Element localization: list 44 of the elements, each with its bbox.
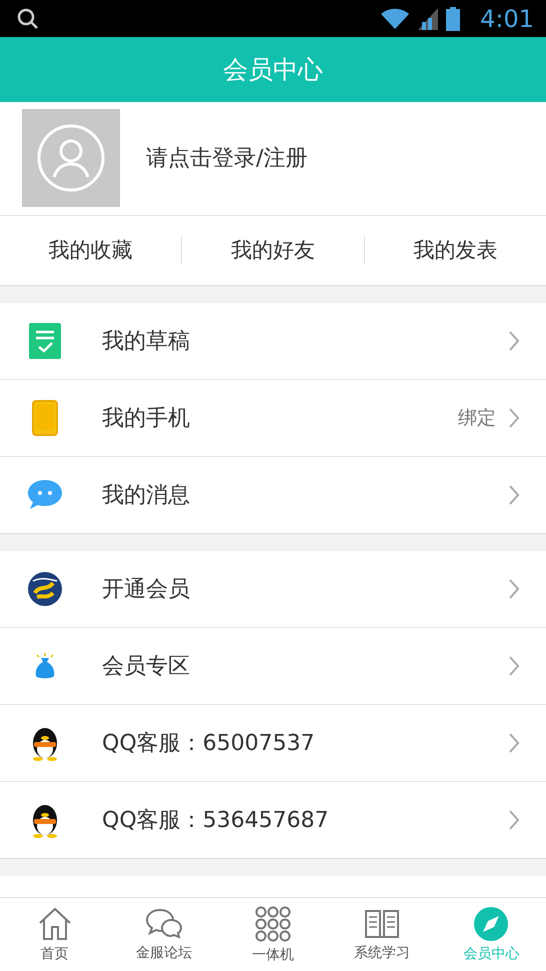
- menu-label: 我的手机: [102, 404, 191, 432]
- clock-time: 4:01: [480, 4, 534, 33]
- chevron-right-icon: [508, 406, 520, 428]
- chevron-right-icon: [508, 732, 520, 754]
- money-bag-icon: [33, 652, 57, 680]
- chat-bubbles-icon: [144, 908, 183, 940]
- menu-row[interactable]: QQ客服：65007537: [0, 704, 546, 780]
- signal-icon: [418, 8, 438, 30]
- quick-link[interactable]: 我的发表: [364, 236, 546, 264]
- menu-label: 开通会员: [102, 576, 191, 604]
- page-title: 会员中心: [223, 54, 323, 86]
- chevron-right-icon: [508, 484, 520, 506]
- dots-grid-icon: [255, 906, 291, 942]
- chat-bubble-icon: [27, 478, 63, 510]
- menu-row[interactable]: 我的消息: [0, 456, 546, 532]
- menu-row[interactable]: 我的手机 绑定: [0, 378, 546, 456]
- chevron-right-icon: [508, 578, 520, 600]
- menu-label: QQ客服：536457687: [102, 806, 330, 834]
- search-icon: [16, 6, 40, 31]
- quick-link[interactable]: 我的收藏: [0, 236, 182, 264]
- quick-link[interactable]: 我的好友: [181, 236, 364, 264]
- chevron-right-icon: [508, 654, 520, 676]
- menu-row[interactable]: 会员专区: [0, 626, 546, 704]
- avatar-placeholder[interactable]: [22, 109, 120, 208]
- document-check-icon: [29, 322, 61, 358]
- chevron-right-icon: [508, 330, 520, 352]
- wifi-icon: [380, 8, 410, 30]
- menu-detail: 绑定: [458, 406, 496, 430]
- home-icon: [38, 906, 72, 941]
- menu-label: QQ客服：65007537: [102, 730, 316, 758]
- book-icon: [364, 908, 400, 940]
- menu-label: 我的草稿: [102, 328, 191, 356]
- dragon-emblem-icon: [27, 570, 63, 606]
- menu-row[interactable]: 我的草稿: [0, 302, 546, 378]
- compass-icon: [474, 906, 508, 941]
- menu-label: 我的消息: [102, 482, 191, 510]
- battery-icon: [446, 6, 460, 31]
- menu-row[interactable]: 开通会员: [0, 550, 546, 626]
- user-icon: [36, 123, 106, 194]
- chevron-right-icon: [508, 808, 520, 830]
- menu-row[interactable]: QQ客服：536457687: [0, 780, 546, 858]
- menu-label: 会员专区: [102, 652, 191, 680]
- login-prompt[interactable]: 请点击登录/注册: [146, 143, 308, 174]
- tablet-icon: [32, 400, 58, 436]
